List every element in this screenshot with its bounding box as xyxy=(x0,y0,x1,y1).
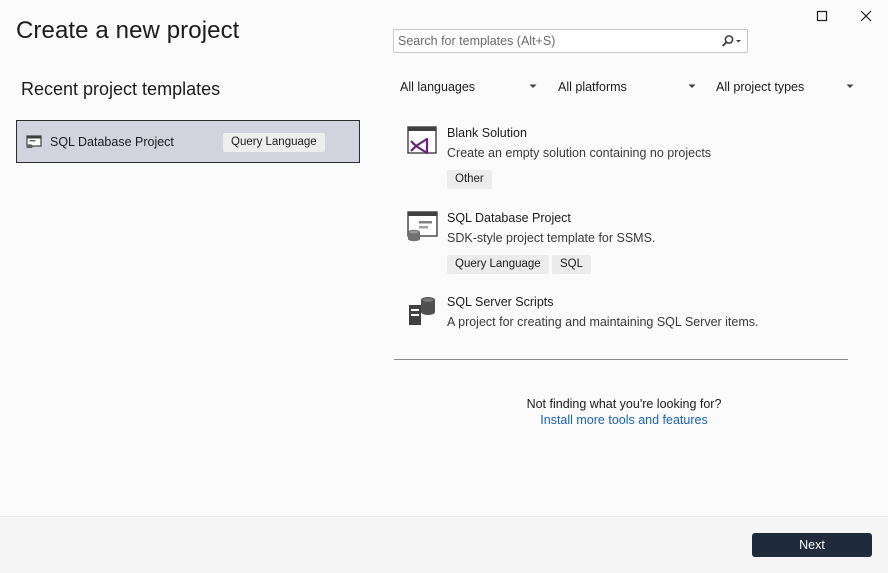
template-name: SQL Server Scripts xyxy=(447,295,554,309)
next-button[interactable]: Next xyxy=(752,533,872,557)
template-item-sql-server-scripts[interactable]: SQL Server Scripts A project for creatin… xyxy=(406,295,846,339)
project-type-filter-dropdown[interactable]: All project types xyxy=(716,78,856,98)
platform-filter-dropdown[interactable]: All platforms xyxy=(558,78,698,98)
language-filter-dropdown[interactable]: All languages xyxy=(400,78,540,98)
chevron-down-icon xyxy=(688,84,696,88)
template-description: A project for creating and maintaining S… xyxy=(447,315,759,329)
close-button[interactable] xyxy=(844,0,888,32)
template-description: Create an empty solution containing no p… xyxy=(447,146,712,160)
maximize-icon xyxy=(816,10,828,22)
search-input[interactable] xyxy=(398,32,708,50)
blank-solution-icon xyxy=(406,126,438,161)
sql-database-project-icon xyxy=(406,211,440,248)
install-more-tools-link[interactable]: Install more tools and features xyxy=(394,413,854,427)
maximize-button[interactable] xyxy=(800,0,844,32)
close-icon xyxy=(860,10,872,22)
recent-template-item[interactable]: SQL Database Project Query Language xyxy=(16,120,360,163)
project-type-filter-value: All project types xyxy=(716,80,805,94)
chevron-down-icon xyxy=(529,84,537,88)
template-name: SQL Database Project xyxy=(447,211,571,225)
search-icon xyxy=(721,35,741,47)
template-tag: SQL xyxy=(552,255,592,274)
template-description: SDK-style project template for SSMS. xyxy=(447,231,656,245)
language-filter-value: All languages xyxy=(400,80,476,94)
recent-templates-heading: Recent project templates xyxy=(21,79,221,99)
divider xyxy=(394,359,848,360)
not-finding-text: Not finding what you're looking for? xyxy=(526,397,722,411)
recent-template-tag: Query Language xyxy=(223,133,325,152)
page-title: Create a new project xyxy=(16,17,240,44)
search-button[interactable] xyxy=(717,31,745,51)
recent-template-name: SQL Database Project xyxy=(50,135,174,149)
template-tag: Query Language xyxy=(447,255,549,274)
sql-database-project-icon xyxy=(26,135,42,154)
chevron-down-icon xyxy=(846,84,854,88)
template-item-blank-solution[interactable]: Blank Solution Create an empty solution … xyxy=(406,126,846,192)
template-tag: Other xyxy=(447,170,492,189)
template-item-sql-database-project[interactable]: SQL Database Project SDK-style project t… xyxy=(406,211,846,277)
platform-filter-value: All platforms xyxy=(558,80,627,94)
template-name: Blank Solution xyxy=(447,126,527,140)
sql-server-scripts-icon xyxy=(406,295,438,332)
search-box[interactable] xyxy=(393,29,748,53)
